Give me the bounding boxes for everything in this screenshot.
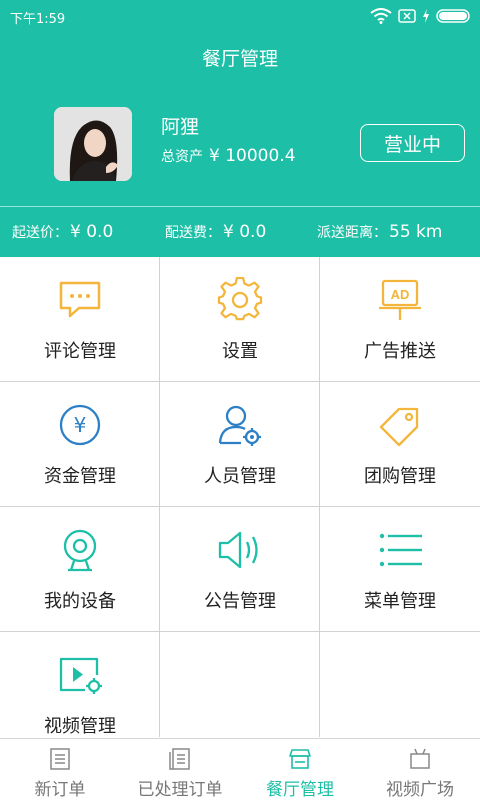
- avatar-photo: [54, 107, 132, 181]
- menu-item-comments[interactable]: 评论管理: [0, 257, 160, 382]
- avatar[interactable]: [54, 107, 132, 181]
- menu-item-menu[interactable]: 菜单管理: [320, 507, 480, 632]
- no-sim-icon: [398, 9, 416, 23]
- tab-label: 已处理订单: [137, 780, 223, 800]
- tab-label: 餐厅管理: [266, 780, 334, 800]
- menu-item-group-buy[interactable]: 团购管理: [320, 382, 480, 507]
- menu-item-label: 人员管理: [204, 466, 276, 487]
- menu-item-announcements[interactable]: 公告管理: [160, 507, 320, 632]
- menu-item-label: 广告推送: [364, 341, 436, 362]
- tab-new-orders[interactable]: 新订单: [0, 739, 120, 801]
- status-time: 下午1:59: [10, 12, 66, 27]
- menu-item-settings[interactable]: 设置: [160, 257, 320, 382]
- svg-text:AD: AD: [391, 287, 410, 302]
- info-bar: 起送价： ¥ 0.0 配送费： ¥ 0.0 派送距离： 55 km: [0, 207, 480, 257]
- menu-item-label: 我的设备: [44, 591, 116, 612]
- menu-item-label: 设置: [222, 341, 258, 362]
- tab-video-square[interactable]: 视频广场: [360, 739, 480, 801]
- empty-cell: [320, 632, 480, 737]
- distance-value: 55 km: [389, 222, 443, 242]
- gear-icon: [215, 277, 265, 323]
- wifi-icon: [370, 8, 392, 24]
- ad-icon: AD: [375, 277, 425, 323]
- bottom-tab-bar: 新订单 已处理订单 餐厅管理 视频广场: [0, 738, 480, 801]
- menu-item-label: 视频管理: [44, 716, 116, 737]
- charging-icon: [423, 9, 429, 23]
- menu-item-label: 评论管理: [44, 341, 116, 362]
- distance-label: 派送距离：: [317, 225, 387, 241]
- tab-label: 视频广场: [386, 780, 454, 800]
- video-icon: [55, 652, 105, 698]
- staff-icon: [215, 402, 265, 448]
- assets-label: 总资产: [161, 149, 203, 165]
- assets-value: ¥ 10000.4: [209, 146, 296, 166]
- menu-item-videos[interactable]: 视频管理: [0, 632, 160, 737]
- menu-item-staff[interactable]: 人员管理: [160, 382, 320, 507]
- delivery-fee-value: ¥ 0.0: [223, 222, 267, 242]
- min-order-value: ¥ 0.0: [70, 222, 114, 242]
- tab-label: 新订单: [34, 780, 86, 800]
- menu-item-funds[interactable]: ¥ 资金管理: [0, 382, 160, 507]
- processed-order-icon: [169, 748, 190, 770]
- comment-icon: [55, 277, 105, 323]
- delivery-distance: 派送距离： 55 km: [317, 222, 442, 242]
- menu-item-devices[interactable]: 我的设备: [0, 507, 160, 632]
- page-title: 餐厅管理: [201, 48, 278, 70]
- user-name: 阿狸: [161, 116, 200, 138]
- yen-icon: ¥: [55, 402, 105, 448]
- svg-text:¥: ¥: [74, 413, 87, 437]
- header: 下午1:59 餐厅管理 阿狸 总资产 ¥ 10000.4 营业中 起送价： ¥ …: [0, 0, 480, 257]
- business-status-button[interactable]: 营业中: [360, 124, 465, 162]
- status-icons: [370, 6, 472, 26]
- menu-item-ad-push[interactable]: AD 广告推送: [320, 257, 480, 382]
- min-order-label: 起送价：: [12, 225, 68, 241]
- webcam-icon: [55, 527, 105, 573]
- menu-item-label: 公告管理: [204, 591, 276, 612]
- new-order-icon: [50, 748, 70, 770]
- menu-item-label: 菜单管理: [364, 591, 436, 612]
- menu-item-label: 团购管理: [364, 466, 436, 487]
- speaker-icon: [215, 527, 265, 573]
- delivery-fee: 配送费： ¥ 0.0: [165, 222, 266, 242]
- tab-restaurant-management[interactable]: 餐厅管理: [240, 739, 360, 801]
- min-order: 起送价： ¥ 0.0: [12, 222, 113, 242]
- tv-icon: [410, 748, 430, 769]
- tab-processed-orders[interactable]: 已处理订单: [120, 739, 240, 801]
- menu-item-label: 资金管理: [44, 466, 116, 487]
- list-icon: [375, 527, 425, 573]
- shop-icon: [289, 749, 311, 769]
- tag-icon: [375, 402, 425, 448]
- delivery-fee-label: 配送费：: [165, 225, 221, 241]
- total-assets: 总资产 ¥ 10000.4: [161, 146, 296, 166]
- status-bar: 下午1:59: [0, 0, 480, 32]
- empty-cell: [160, 632, 320, 737]
- management-grid: 评论管理 设置 AD 广告推送 ¥ 资金管理 人员管理 团购管理 我的设备 公告…: [0, 257, 480, 737]
- battery-icon: [436, 9, 470, 23]
